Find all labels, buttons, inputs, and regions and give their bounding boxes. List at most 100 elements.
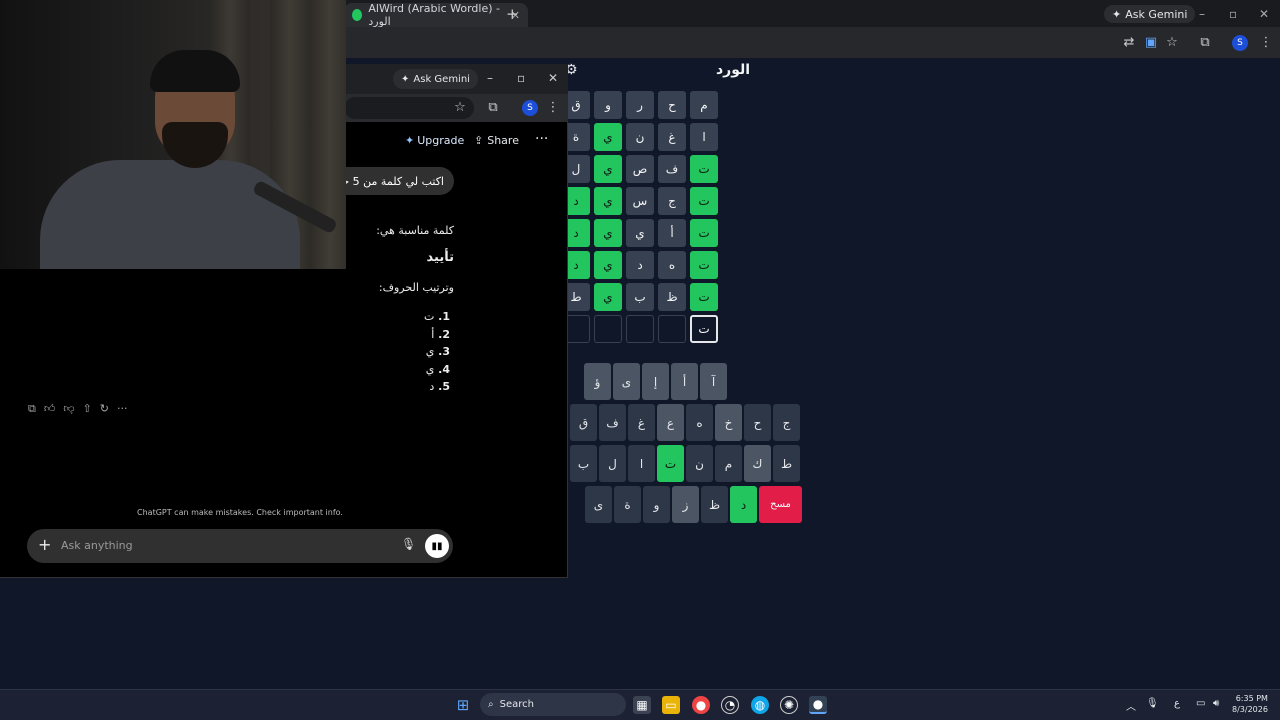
answer-intro: كلمة مناسبة هي: <box>376 224 454 237</box>
keyboard-key[interactable]: ع <box>657 404 684 441</box>
list-number: 4. <box>434 362 450 376</box>
delete-key[interactable]: مسح <box>759 486 802 523</box>
new-tab-button[interactable]: + <box>506 5 519 23</box>
board-tile: س <box>626 187 654 215</box>
keyboard-key[interactable]: ف <box>599 404 626 441</box>
ask-gemini-button[interactable]: ✦ Ask Gemini <box>1104 5 1196 23</box>
board-tile: أ <box>658 219 686 247</box>
chat-profile-avatar[interactable]: S <box>522 100 538 116</box>
edge-icon[interactable]: ◍ <box>751 696 769 714</box>
keyboard-key[interactable]: ة <box>614 486 641 523</box>
more-options-icon[interactable]: ··· <box>535 131 548 147</box>
chatgpt-icon[interactable]: ✺ <box>780 696 798 714</box>
keyboard-key[interactable]: ج <box>773 404 800 441</box>
network-icon[interactable]: ▭ <box>1196 698 1205 709</box>
upgrade-button[interactable]: ✦ Upgrade <box>405 134 464 147</box>
chat-star-icon[interactable]: ☆ <box>452 100 468 116</box>
tray-chevron-icon[interactable]: ︿ <box>1126 698 1136 713</box>
thumbs-up-icon[interactable]: 👍︎ <box>44 402 56 416</box>
input-language[interactable]: ع <box>1174 698 1180 709</box>
tab-alwird[interactable]: AlWird (Arabic Wordle) - الورد ✕ <box>344 2 528 28</box>
menu-icon[interactable]: ⋮ <box>1258 35 1274 51</box>
chat-close-icon[interactable]: ✕ <box>548 71 558 85</box>
board-tile: ي <box>594 219 622 247</box>
keyboard-key[interactable]: و <box>643 486 670 523</box>
microphone-icon[interactable]: 🎙︎ <box>401 537 416 551</box>
board-tile: ت <box>690 251 718 279</box>
board-tile: ت <box>690 219 718 247</box>
keyboard-key[interactable]: ل <box>599 445 626 482</box>
keyboard-key[interactable]: إ <box>642 363 669 400</box>
keyboard-key[interactable]: ك <box>744 445 771 482</box>
keyboard-key[interactable]: ظ <box>701 486 728 523</box>
keyboard-key[interactable]: أ <box>671 363 698 400</box>
board-tile: ي <box>594 187 622 215</box>
keyboard-key[interactable]: ه <box>686 404 713 441</box>
board-tile: ب <box>626 283 654 311</box>
bookmark-star-icon[interactable]: ☆ <box>1164 35 1180 51</box>
search-label: Search <box>499 699 534 710</box>
thumbs-down-icon[interactable]: 👎︎ <box>63 402 74 416</box>
keyboard-key[interactable]: د <box>730 486 757 523</box>
keyboard-key[interactable]: خ <box>715 404 742 441</box>
keyboard-key[interactable]: م <box>715 445 742 482</box>
chrome-icon[interactable]: ● <box>692 696 710 714</box>
keyboard-key[interactable]: ؤ <box>584 363 611 400</box>
board-tile: ي <box>594 251 622 279</box>
keyboard-key[interactable]: ح <box>744 404 771 441</box>
translate-icon[interactable]: ⇄ <box>1121 35 1137 51</box>
chat-maximize-icon[interactable]: ▫ <box>517 71 525 85</box>
board-tile: ت <box>690 187 718 215</box>
chat-ask-gemini-button[interactable]: ✦ Ask Gemini <box>393 69 478 89</box>
keyboard-key[interactable]: ز <box>672 486 699 523</box>
extensions-icon[interactable]: ⧉ <box>1197 35 1213 51</box>
start-icon[interactable]: ⊞ <box>454 696 472 714</box>
board-tile: ا <box>690 123 718 151</box>
share-message-icon[interactable]: ⇧ <box>83 402 92 416</box>
copy-icon[interactable]: ⧉ <box>28 402 36 416</box>
keyboard-key[interactable]: ط <box>773 445 800 482</box>
attach-plus-icon[interactable]: + <box>38 535 51 554</box>
volume-icon[interactable]: 🔊︎ <box>1213 698 1219 709</box>
keyboard-key[interactable]: ت <box>657 445 684 482</box>
keyboard-key[interactable]: ى <box>613 363 640 400</box>
gemini-icon: ✦ <box>401 73 410 85</box>
keyboard-key[interactable]: ن <box>686 445 713 482</box>
chrome-active-icon[interactable]: ● <box>809 696 827 714</box>
keyboard-key[interactable]: ى <box>585 486 612 523</box>
maximize-icon[interactable]: ▫ <box>1229 7 1237 21</box>
extension-active-icon[interactable]: ▣ <box>1143 35 1159 51</box>
keyboard-key[interactable]: ق <box>570 404 597 441</box>
clock[interactable]: 6:35 PM 8/3/2026 <box>1232 693 1268 715</box>
chat-minimize-icon[interactable]: – <box>487 71 493 85</box>
chat-extensions-icon[interactable]: ⧉ <box>485 100 501 116</box>
regenerate-icon[interactable]: ↻ <box>100 402 109 416</box>
store-icon[interactable]: ▦ <box>633 696 651 714</box>
share-button[interactable]: ⇪ Share <box>474 134 519 147</box>
more-icon[interactable]: ··· <box>117 402 128 416</box>
keyboard-key[interactable]: غ <box>628 404 655 441</box>
profile-avatar[interactable]: S <box>1232 35 1248 51</box>
composer[interactable]: + Ask anything 🎙︎ ▮▮ <box>27 529 453 563</box>
list-letter: ت <box>423 310 435 323</box>
board-tile: ظ <box>658 283 686 311</box>
close-window-icon[interactable]: ✕ <box>1259 7 1269 21</box>
letter-list-item: 4. ي <box>400 363 450 376</box>
taskbar-search[interactable]: ⌕ Search <box>480 693 626 716</box>
share-label: Share <box>487 134 519 147</box>
voice-mode-icon[interactable]: ▮▮ <box>425 534 449 558</box>
file-explorer-icon[interactable]: ▭ <box>662 696 680 714</box>
list-number: 5. <box>434 380 450 393</box>
keyboard-key[interactable]: ا <box>628 445 655 482</box>
chat-menu-icon[interactable]: ⋮ <box>545 100 561 116</box>
board-tile <box>626 315 654 343</box>
letter-list-item: 1. ت <box>400 310 450 323</box>
prompt-input[interactable]: Ask anything <box>61 539 133 552</box>
app-icon[interactable]: ◔ <box>721 696 739 714</box>
gemini-icon: ✦ <box>1112 7 1122 21</box>
minimize-icon[interactable]: – <box>1199 7 1205 21</box>
keyboard-key[interactable]: ب <box>570 445 597 482</box>
board-tile: ص <box>626 155 654 183</box>
keyboard-key[interactable]: آ <box>700 363 727 400</box>
tray-mic-icon[interactable]: 🎙︎ <box>1146 698 1159 709</box>
